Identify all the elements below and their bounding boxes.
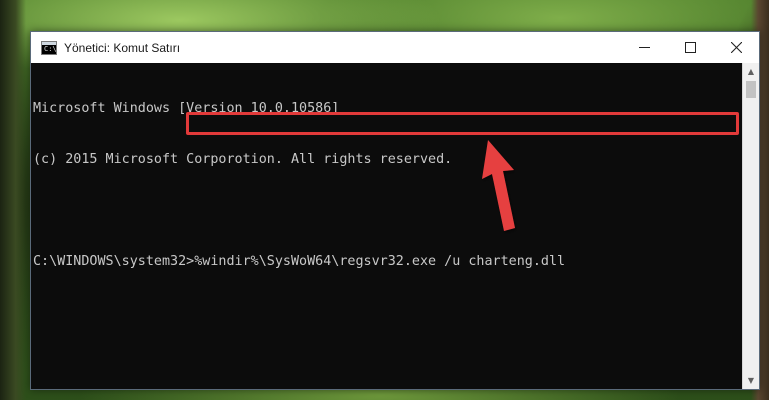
red-arrow-annotation xyxy=(482,140,515,231)
scrollbar-thumb[interactable] xyxy=(746,81,756,98)
cmd-icon[interactable]: C:\ xyxy=(41,40,57,55)
command-line: C:\WINDOWS\system32>%windir%\SysWoW64\re… xyxy=(33,253,565,270)
vertical-scrollbar[interactable]: ▲ ▼ xyxy=(742,63,759,389)
command-highlight-box xyxy=(186,112,739,135)
minimize-button[interactable] xyxy=(621,32,667,63)
background-tree-trunk-left xyxy=(0,0,26,400)
close-button[interactable] xyxy=(713,32,759,63)
command-text: %windir%\SysWoW64\regsvr32.exe /u charte… xyxy=(194,254,566,269)
title-bar[interactable]: C:\ Yönetici: Komut Satırı xyxy=(31,32,759,63)
window-title: Yönetici: Komut Satırı xyxy=(64,40,181,55)
scroll-down-icon[interactable]: ▼ xyxy=(743,372,759,389)
window-controls xyxy=(621,32,759,63)
minimize-icon xyxy=(638,47,650,48)
maximize-button[interactable] xyxy=(667,32,713,63)
maximize-icon xyxy=(684,42,696,53)
prompt-path: C:\WINDOWS\system32> xyxy=(33,254,195,269)
scroll-up-icon[interactable]: ▲ xyxy=(743,63,759,80)
command-prompt-window: C:\ Yönetici: Komut Satırı Microsoft Win… xyxy=(30,31,760,390)
close-icon xyxy=(730,42,742,53)
